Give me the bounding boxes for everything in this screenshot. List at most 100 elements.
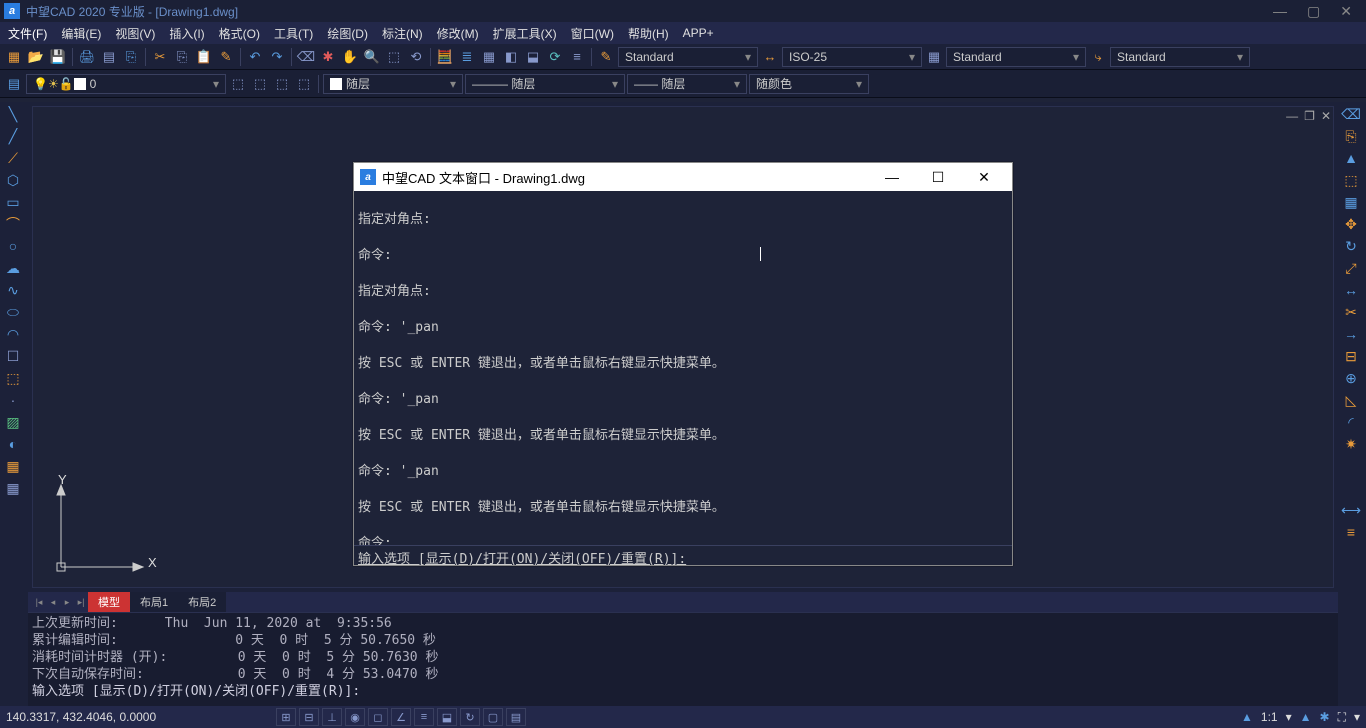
zoom-prev-icon[interactable]: ⟲ (406, 47, 426, 67)
redo-icon[interactable]: ↷ (267, 47, 287, 67)
matchprop-icon[interactable]: ✎ (216, 47, 236, 67)
polygon-icon[interactable]: ⬡ (2, 170, 24, 190)
model-toggle[interactable]: ▢ (483, 708, 503, 726)
layers-icon[interactable]: ▤ (4, 74, 24, 94)
snap-toggle[interactable]: ⊟ (299, 708, 319, 726)
ellipse-icon[interactable]: ⬭ (2, 302, 24, 322)
cycle-toggle[interactable]: ↻ (460, 708, 480, 726)
maximize-button[interactable]: ▢ (1307, 3, 1320, 20)
cut-icon[interactable]: ✂ (150, 47, 170, 67)
menu-tools[interactable]: 工具(T) (274, 25, 313, 42)
layer-iso-icon[interactable]: ⬚ (250, 74, 270, 94)
tab-last[interactable]: ▸| (74, 595, 88, 609)
explode-icon[interactable]: ✷ (1340, 434, 1362, 454)
circle-icon[interactable]: ○ (2, 236, 24, 256)
insert-icon[interactable]: ☐ (2, 346, 24, 366)
text-window-prompt[interactable]: 输入选项 [显示(D)/打开(ON)/关闭(OFF)/重置(R)]: (354, 545, 1012, 565)
mleader-icon[interactable]: ⤷ (1088, 47, 1108, 67)
dcenter-icon[interactable]: ▦ (479, 47, 499, 67)
osnap-toggle[interactable]: ◻ (368, 708, 388, 726)
copy-icon[interactable]: ⎘ (172, 47, 192, 67)
erase-icon[interactable]: ⌫ (1340, 104, 1362, 124)
open-icon[interactable]: 📂 (26, 47, 46, 67)
dyn-toggle[interactable]: ⬓ (437, 708, 457, 726)
arc-icon[interactable]: ⌒ (2, 214, 24, 234)
menu-dim[interactable]: 标注(N) (382, 25, 423, 42)
lwt-toggle[interactable]: ≡ (414, 708, 434, 726)
props-icon[interactable]: ≣ (457, 47, 477, 67)
polyline-icon[interactable]: ⟋ (2, 148, 24, 168)
textstyle-dropdown[interactable]: Standard ▾ (618, 47, 758, 67)
block-icon[interactable]: ⬚ (2, 368, 24, 388)
spline-icon[interactable]: ∿ (2, 280, 24, 300)
tab-model[interactable]: 模型 (88, 592, 130, 612)
mleaderstyle-dropdown[interactable]: Standard ▾ (1110, 47, 1250, 67)
clean-icon[interactable]: ≡ (567, 47, 587, 67)
menu-edit[interactable]: 编辑(E) (61, 25, 101, 42)
table-icon[interactable]: ▦ (2, 478, 24, 498)
annoscale-icon[interactable]: ▲ (1241, 710, 1253, 724)
zoom-win-icon[interactable]: ⬚ (384, 47, 404, 67)
chevron-down-icon[interactable]: ▾ (1286, 710, 1292, 724)
menu-ext[interactable]: 扩展工具(X) (493, 25, 557, 42)
linetype-dropdown[interactable]: ——— 随层 ▾ (465, 74, 625, 94)
point-icon[interactable]: · (2, 390, 24, 410)
menu-file[interactable]: 文件(F) (8, 25, 47, 42)
extend-icon[interactable]: → (1340, 324, 1362, 344)
smartselect-icon[interactable]: ✱ (318, 47, 338, 67)
pan-icon[interactable]: ✋ (340, 47, 360, 67)
new-icon[interactable]: ▦ (4, 47, 24, 67)
annovis-icon[interactable]: ✱ (1320, 710, 1330, 724)
doc-restore[interactable]: ❐ (1304, 109, 1315, 123)
grid-toggle[interactable]: ⊞ (276, 708, 296, 726)
regen-icon[interactable]: ⟳ (545, 47, 565, 67)
menu-app[interactable]: APP+ (683, 26, 714, 40)
join-icon[interactable]: ⊕ (1340, 368, 1362, 388)
sheetset-icon[interactable]: ⬓ (523, 47, 543, 67)
gradient-icon[interactable]: ◐ (2, 434, 24, 454)
layer-freeze-icon[interactable]: ⬚ (294, 74, 314, 94)
close-button[interactable]: ✕ (1340, 3, 1352, 20)
menu-insert[interactable]: 插入(I) (169, 25, 204, 42)
erase-icon[interactable]: ⌫ (296, 47, 316, 67)
menu-view[interactable]: 视图(V) (115, 25, 155, 42)
paste-icon[interactable]: 📋 (194, 47, 214, 67)
tablestyle-dropdown[interactable]: Standard ▾ (946, 47, 1086, 67)
menu-window[interactable]: 窗口(W) (571, 25, 614, 42)
polar-toggle[interactable]: ◉ (345, 708, 365, 726)
doc-minimize[interactable]: — (1286, 109, 1298, 123)
zoom-rt-icon[interactable]: 🔍 (362, 47, 382, 67)
layer-prev-icon[interactable]: ⬚ (228, 74, 248, 94)
layer-off-icon[interactable]: ⬚ (272, 74, 292, 94)
copy-icon[interactable]: ⎘ (1340, 126, 1362, 146)
menu-modify[interactable]: 修改(M) (437, 25, 479, 42)
fullscreen-icon[interactable]: ⛶ (1338, 710, 1346, 725)
break-icon[interactable]: ⊟ (1340, 346, 1362, 366)
trim-icon[interactable]: ✂ (1340, 302, 1362, 322)
tab-prev[interactable]: ◂ (46, 595, 60, 609)
tab-next[interactable]: ▸ (60, 595, 74, 609)
measure-icon[interactable]: ⟷ (1340, 500, 1362, 520)
dim-icon[interactable]: ↔ (760, 47, 780, 67)
color-dropdown[interactable]: 随层 ▾ (323, 74, 463, 94)
annoauto-icon[interactable]: ▲ (1300, 710, 1312, 724)
array-icon[interactable]: ▦ (1340, 192, 1362, 212)
doc-close[interactable]: ✕ (1321, 109, 1331, 123)
tab-first[interactable]: |◂ (32, 595, 46, 609)
rotate-icon[interactable]: ↻ (1340, 236, 1362, 256)
xline-icon[interactable]: ╱ (2, 126, 24, 146)
plotstyle-dropdown[interactable]: 随颜色 ▾ (749, 74, 869, 94)
revcloud-icon[interactable]: ☁ (2, 258, 24, 278)
align-icon[interactable]: ≡ (1340, 522, 1362, 542)
save-icon[interactable]: 💾 (48, 47, 68, 67)
preview-icon[interactable]: ▤ (99, 47, 119, 67)
menu-help[interactable]: 帮助(H) (628, 25, 669, 42)
calc-icon[interactable]: 🧮 (435, 47, 455, 67)
line-icon[interactable]: ╲ (2, 104, 24, 124)
ellipsearc-icon[interactable]: ◠ (2, 324, 24, 344)
lineweight-dropdown[interactable]: —— 随层 ▾ (627, 74, 747, 94)
chamfer-icon[interactable]: ◺ (1340, 390, 1362, 410)
text-window-body[interactable]: 指定对角点: 命令: 指定对角点: 命令: '_pan 按 ESC 或 ENTE… (354, 191, 1012, 545)
tw-maximize[interactable]: ☐ (916, 163, 960, 191)
dimstyle-dropdown[interactable]: ISO-25 ▾ (782, 47, 922, 67)
